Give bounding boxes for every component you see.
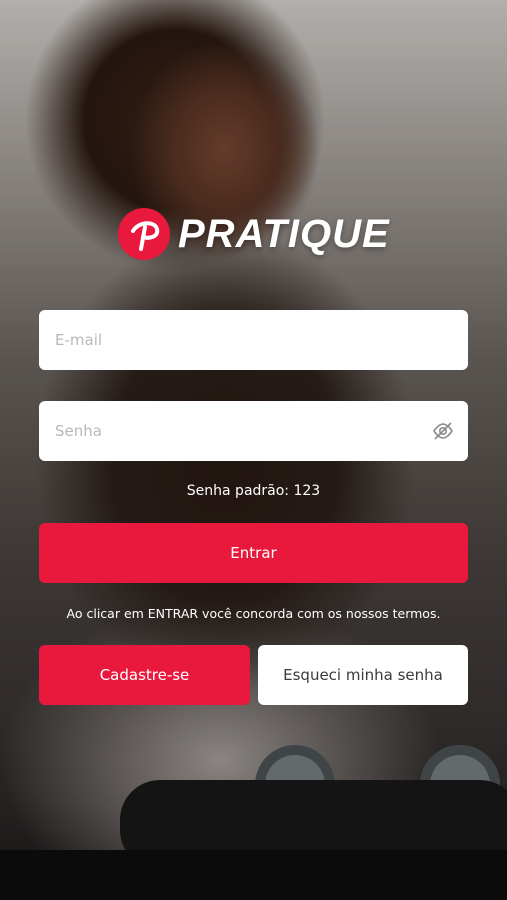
brand-mark-icon xyxy=(118,208,170,260)
forgot-password-button[interactable]: Esqueci minha senha xyxy=(258,645,468,705)
password-field[interactable] xyxy=(39,401,468,461)
default-password-hint: Senha padrão: 123 xyxy=(186,483,321,499)
email-input[interactable] xyxy=(53,330,454,350)
login-screen: PRATIQUE Senha padrão: 123 Entrar Ao cli… xyxy=(0,0,507,900)
eye-off-icon[interactable] xyxy=(432,420,454,442)
register-button[interactable]: Cadastre-se xyxy=(39,645,250,705)
login-button[interactable]: Entrar xyxy=(39,523,468,583)
password-input[interactable] xyxy=(53,421,432,441)
brand-logo: PRATIQUE xyxy=(118,208,390,260)
email-field[interactable] xyxy=(39,310,468,370)
brand-name: PRATIQUE xyxy=(178,211,390,256)
terms-notice: Ao clicar em ENTRAR você concorda com os… xyxy=(66,606,441,621)
